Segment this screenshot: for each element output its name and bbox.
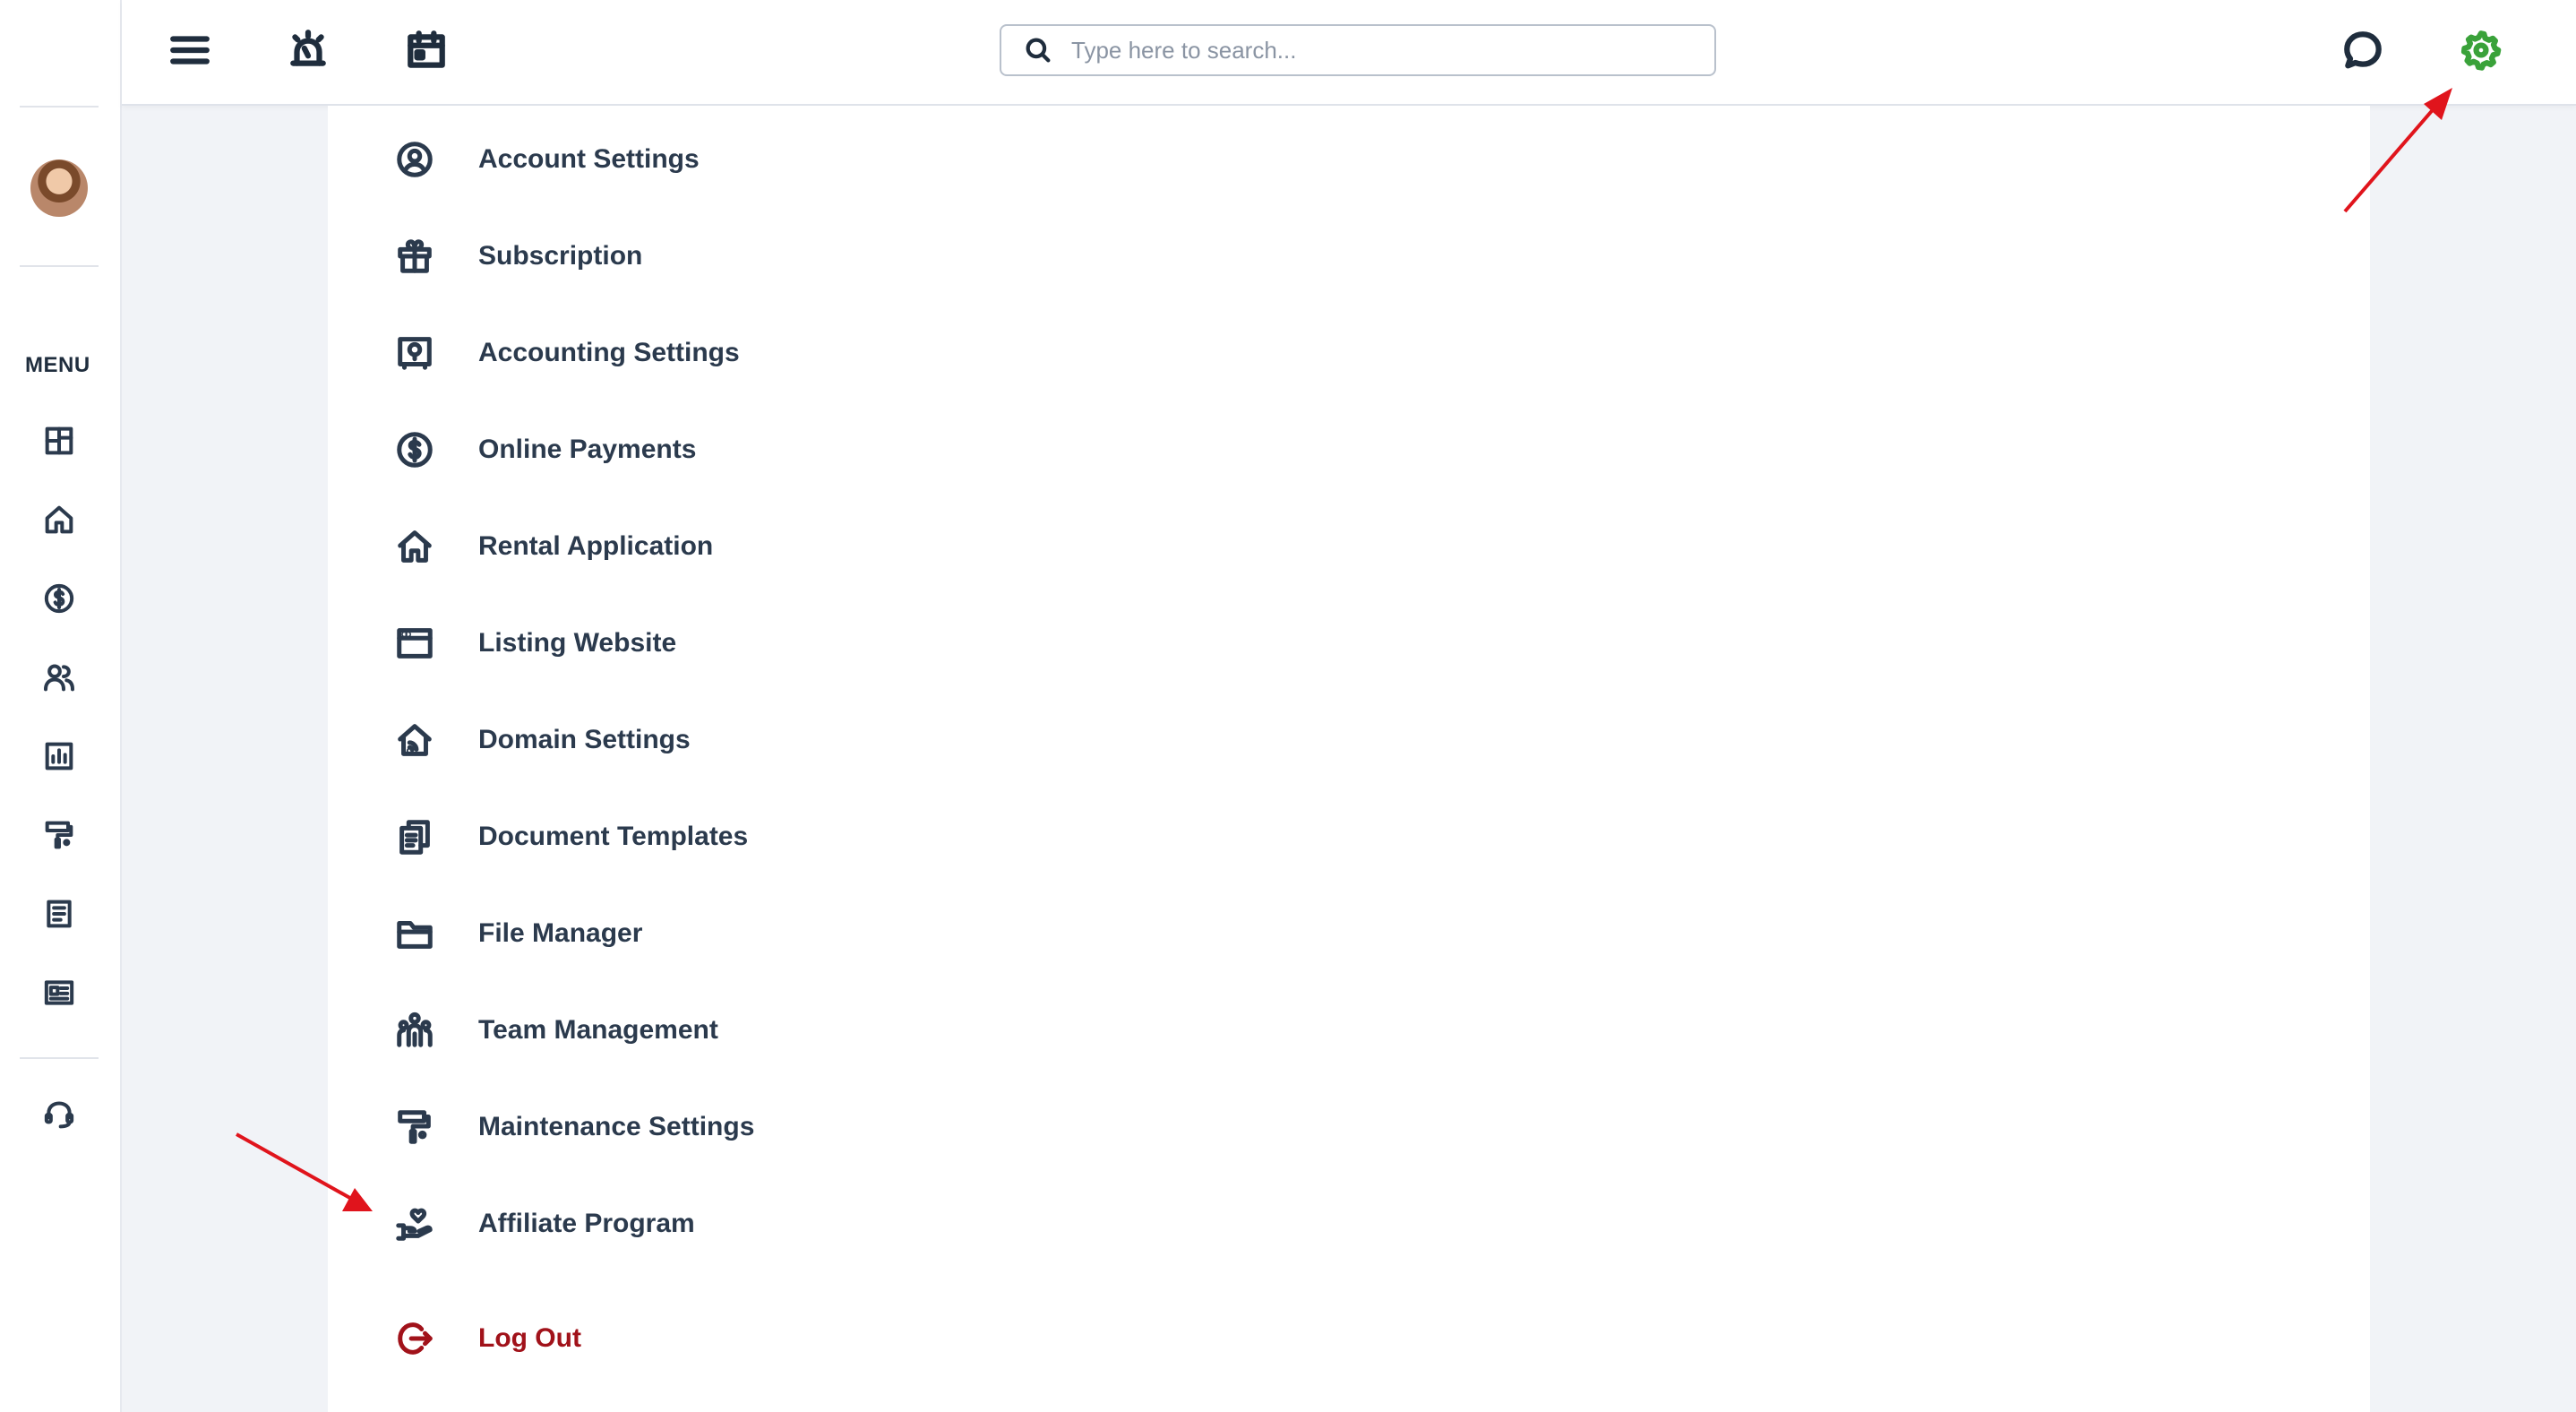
menu-item-domain-settings[interactable]: Domain Settings [392, 713, 691, 767]
sidebar-divider [20, 106, 99, 108]
menu-item-label: Domain Settings [478, 725, 691, 754]
alarm-icon[interactable] [283, 25, 333, 75]
menu-item-affiliate-program[interactable]: Affiliate Program [392, 1197, 695, 1251]
copy-document-icon [392, 814, 437, 859]
dollar-circle-icon [392, 427, 437, 472]
menu-item-label: Accounting Settings [478, 338, 740, 367]
settings-panel: Account Settings Subscription Accounting… [328, 106, 2370, 1412]
headset-icon[interactable] [39, 1095, 79, 1134]
team-icon [392, 1008, 437, 1053]
menu-item-label: Listing Website [478, 628, 677, 658]
hamburger-icon[interactable] [165, 25, 215, 75]
menu-item-listing-website[interactable]: Listing Website [392, 616, 676, 670]
paint-roller-icon[interactable] [39, 815, 79, 855]
listing-card-icon[interactable] [39, 973, 79, 1012]
user-circle-icon [392, 137, 437, 182]
user-avatar[interactable] [30, 159, 88, 217]
menu-item-rental-application[interactable]: Rental Application [392, 520, 713, 573]
users-icon[interactable] [39, 658, 79, 697]
menu-item-label: Document Templates [478, 822, 749, 851]
sidebar-divider [20, 265, 99, 267]
dollar-icon[interactable] [39, 579, 79, 618]
search-box[interactable] [1000, 24, 1716, 76]
menu-item-document-templates[interactable]: Document Templates [392, 810, 748, 864]
menu-item-label: Account Settings [478, 144, 700, 174]
sidebar-menu-label: MENU [25, 353, 90, 377]
logout-icon [392, 1316, 437, 1361]
menu-item-label: Maintenance Settings [478, 1112, 755, 1141]
folder-icon [392, 911, 437, 956]
menu-item-online-payments[interactable]: Online Payments [392, 423, 696, 477]
app-root: MENU Type here to search... Account Sett… [0, 0, 2576, 1412]
browser-window-icon [392, 621, 437, 666]
menu-item-maintenance-settings[interactable]: Maintenance Settings [392, 1100, 754, 1154]
logout-label: Log Out [478, 1323, 581, 1353]
search-icon [1026, 38, 1051, 63]
sidebar-divider [20, 1057, 99, 1059]
house-icon [392, 524, 437, 569]
gear-icon[interactable] [2456, 25, 2506, 75]
menu-item-label: Rental Application [478, 531, 714, 561]
menu-item-subscription[interactable]: Subscription [392, 229, 642, 283]
chat-icon[interactable] [2338, 25, 2388, 75]
paint-roller-icon [392, 1105, 437, 1149]
report-icon[interactable] [39, 736, 79, 776]
gift-icon [392, 234, 437, 279]
menu-item-file-manager[interactable]: File Manager [392, 907, 642, 960]
menu-item-label: File Manager [478, 918, 643, 948]
hand-heart-icon [392, 1201, 437, 1246]
dashboard-icon[interactable] [39, 421, 79, 461]
menu-item-label: Online Payments [478, 435, 697, 464]
menu-item-label: Subscription [478, 241, 643, 271]
menu-item-team-management[interactable]: Team Management [392, 1003, 718, 1057]
house-wifi-icon [392, 718, 437, 762]
menu-item-accounting-settings[interactable]: Accounting Settings [392, 326, 740, 380]
document-icon[interactable] [39, 894, 79, 934]
safe-icon [392, 331, 437, 375]
left-sidebar: MENU [0, 0, 122, 1412]
search-input[interactable] [1071, 28, 1698, 73]
menu-item-label: Team Management [478, 1015, 718, 1045]
calendar-icon[interactable] [401, 25, 451, 75]
top-bar [122, 0, 2576, 106]
logout-button[interactable]: Log Out [392, 1312, 581, 1365]
menu-item-account-settings[interactable]: Account Settings [392, 133, 700, 186]
menu-item-label: Affiliate Program [478, 1209, 695, 1238]
home-icon[interactable] [39, 500, 79, 539]
